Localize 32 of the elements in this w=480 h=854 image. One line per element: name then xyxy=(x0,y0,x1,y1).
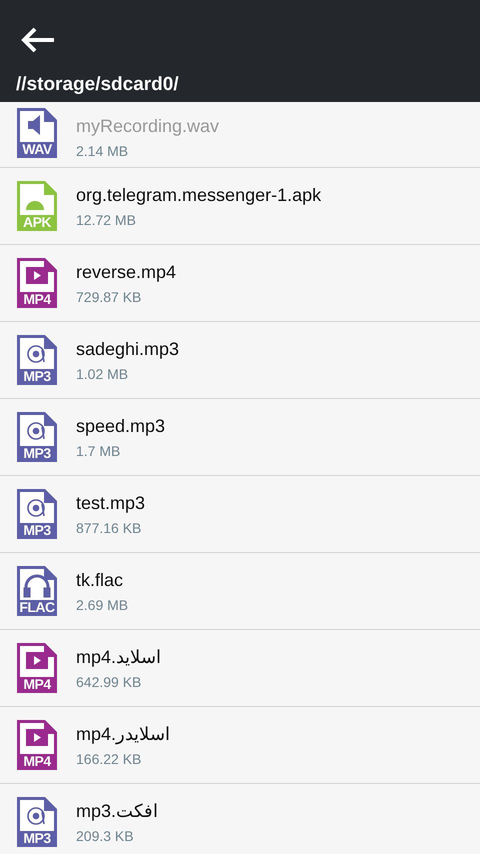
file-type-label: MP4 xyxy=(22,677,52,692)
file-size: 2.69 MB xyxy=(76,596,128,612)
file-name: test.mp3 xyxy=(76,492,146,514)
file-type-label: MP3 xyxy=(22,446,52,461)
file-name: myRecording.wav xyxy=(76,116,220,137)
file-type-label: FLAC xyxy=(18,600,56,615)
file-size: 1.02 MB xyxy=(76,366,128,382)
file-type-label: MP3 xyxy=(22,523,52,538)
file-type-label: APK xyxy=(22,215,52,230)
file-size: 1.7 MB xyxy=(76,442,120,458)
file-name: افکت.mp3 xyxy=(76,800,158,822)
file-size: 877.16 KB xyxy=(76,520,142,536)
folder-path: //storage/sdcard0/ xyxy=(16,74,180,96)
file-type-label: MP3 xyxy=(22,369,52,384)
file-size: 166.22 KB xyxy=(76,751,142,767)
file-name: sadeghi.mp3 xyxy=(76,338,180,360)
file-name: tk.flac xyxy=(76,570,124,590)
file-type-label: MP3 xyxy=(22,831,52,846)
file-size: 209.3 KB xyxy=(76,828,134,844)
file-name: speed.mp3 xyxy=(76,416,166,436)
file-type-label: MP4 xyxy=(22,292,52,307)
file-name: اسلاید.mp4 xyxy=(76,646,162,668)
back-arrow-icon xyxy=(20,26,56,54)
file-type-label: MP4 xyxy=(22,754,52,769)
file-name: اسلایدر.mp4 xyxy=(76,723,170,745)
file-name: reverse.mp4 xyxy=(76,262,176,282)
file-size: 2.14 MB xyxy=(76,143,128,159)
file-size: 12.72 MB xyxy=(76,212,136,228)
file-type-label: WAV xyxy=(21,142,53,157)
file-name: org.telegram.messenger-1.apk xyxy=(76,184,322,206)
file-size: 729.87 KB xyxy=(76,288,142,304)
file-size: 642.99 KB xyxy=(76,674,142,690)
